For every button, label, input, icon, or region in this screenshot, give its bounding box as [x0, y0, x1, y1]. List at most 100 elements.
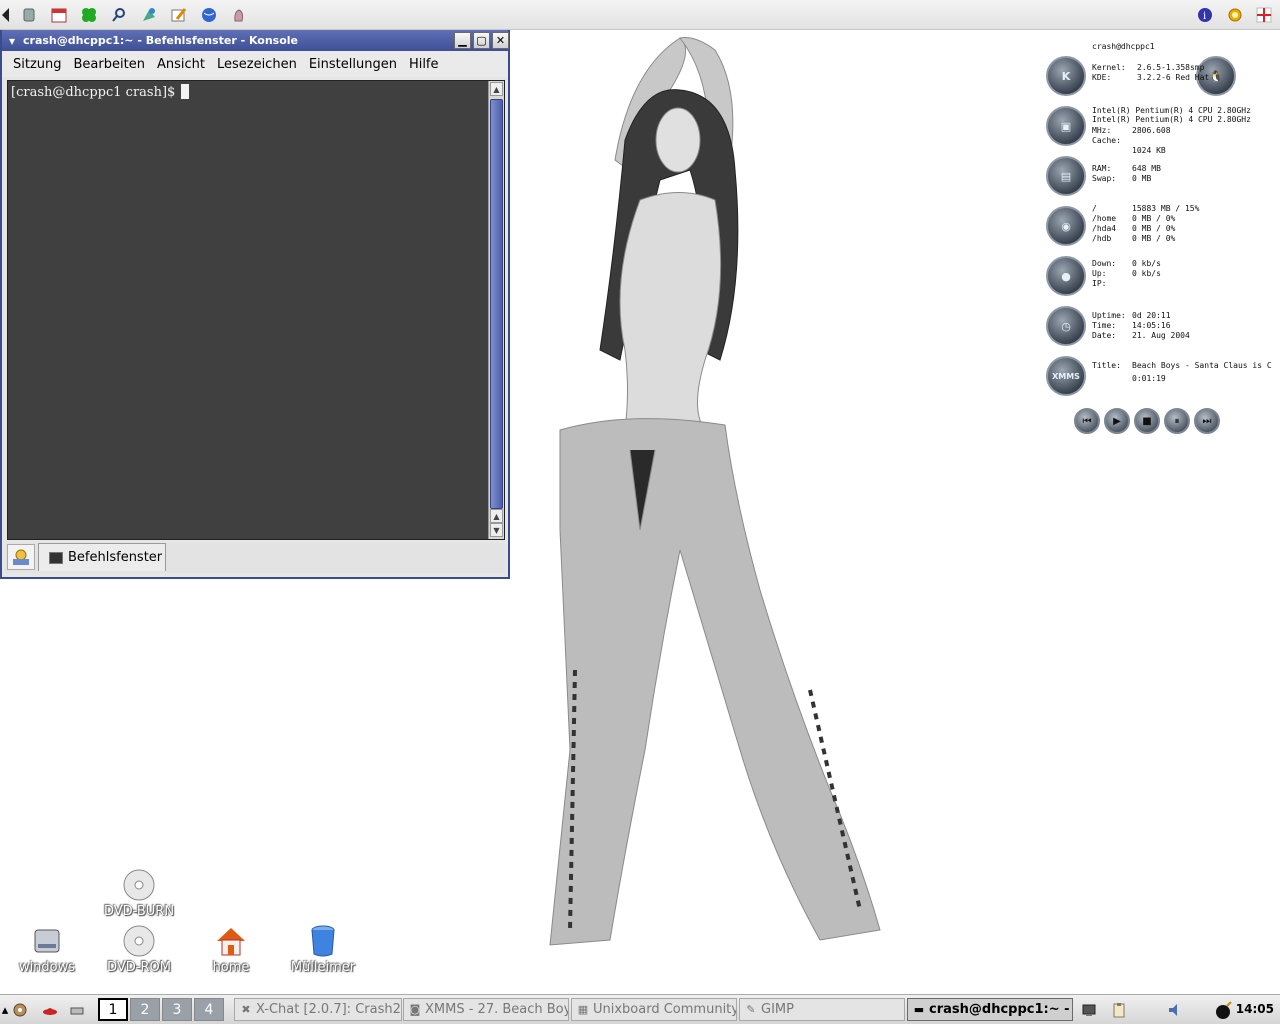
- uptime-value: 0d 20:11: [1132, 311, 1171, 320]
- terminal-area[interactable]: [crash@dhcppc1 crash]$ ▲ ▲ ▼: [7, 80, 505, 540]
- memory-chip-icon: ▤: [1046, 156, 1086, 196]
- xmms-icon: XMMS: [1046, 356, 1086, 396]
- time-value: 14:05:16: [1132, 321, 1171, 330]
- up-label: Up:: [1092, 269, 1107, 278]
- up-value: 0 kb/s: [1132, 269, 1161, 278]
- window-titlebar[interactable]: ▾ crash@dhcppc1:~ - Befehlsfenster - Kon…: [2, 30, 508, 51]
- desktop-number: 4: [204, 1001, 214, 1018]
- clover-icon[interactable]: [79, 5, 99, 25]
- swap-value: 0 MB: [1132, 174, 1152, 183]
- scroll-up-icon[interactable]: ▲: [490, 82, 503, 96]
- task-xmms[interactable]: ◙ XMMS - 27. Beach Boys: [403, 998, 569, 1021]
- desktop-number: 1: [108, 1001, 118, 1018]
- task-xchat[interactable]: ✖ X-Chat [2.0.7]: Crash2k: [234, 998, 402, 1021]
- clock-icon: ◷: [1046, 306, 1086, 346]
- network-globe-icon: ●: [1046, 256, 1086, 296]
- clipboard-icon[interactable]: [1110, 1001, 1128, 1019]
- desktop-icon-label: home: [212, 960, 250, 975]
- globe-icon[interactable]: [199, 5, 219, 25]
- menu-lesezeichen[interactable]: Lesezeichen: [217, 57, 297, 72]
- scrollbar-thumb[interactable]: [490, 99, 503, 509]
- panel-hide-icon[interactable]: ▴: [0, 1001, 10, 1019]
- down-value: 0 kb/s: [1132, 259, 1161, 268]
- fs-hdb-label: /hdb: [1092, 234, 1112, 243]
- panel-clock[interactable]: 14:05: [1236, 1002, 1274, 1016]
- task-label: Unixboard Community F: [593, 1002, 737, 1017]
- window-menu-icon[interactable]: ▾: [4, 33, 20, 49]
- date-value: 21. Aug 2004: [1132, 331, 1190, 340]
- task-gimp[interactable]: ✎ GIMP: [739, 998, 905, 1021]
- desktop-3-button[interactable]: 3: [162, 998, 192, 1021]
- down-label: Down:: [1092, 259, 1117, 268]
- desktop-1-button[interactable]: 1: [98, 998, 128, 1021]
- close-button[interactable]: ✕: [492, 32, 509, 49]
- pause-icon[interactable]: ⏸: [1164, 408, 1190, 434]
- desktop-icon-dvd-burn[interactable]: DVD-BURN: [94, 868, 184, 919]
- svg-text:i: i: [1203, 11, 1206, 22]
- desktop-icon-dvd-rom[interactable]: DVD-ROM: [94, 924, 184, 975]
- maximize-button[interactable]: ▢: [473, 32, 490, 49]
- scroll-down-icon[interactable]: ▼: [490, 523, 503, 537]
- xmms-badge: XMMS: [1052, 371, 1080, 381]
- play-icon[interactable]: ▶: [1104, 408, 1130, 434]
- redhat-icon[interactable]: [41, 1001, 59, 1019]
- menu-einstellungen[interactable]: Einstellungen: [309, 57, 397, 72]
- title-value: Beach Boys - Santa Claus is C: [1132, 361, 1272, 370]
- sun-icon[interactable]: [1225, 5, 1245, 25]
- konsole-window[interactable]: ▾ crash@dhcppc1:~ - Befehlsfenster - Kon…: [0, 30, 510, 579]
- search-icon[interactable]: [109, 5, 129, 25]
- task-browser[interactable]: ▦ Unixboard Community F: [571, 998, 737, 1021]
- task-label: GIMP: [761, 1002, 794, 1017]
- desktop-icon-windows[interactable]: windows: [2, 924, 92, 975]
- flag-icon[interactable]: [1254, 5, 1274, 25]
- desktop-2-button[interactable]: 2: [130, 998, 160, 1021]
- network-icon[interactable]: [19, 5, 39, 25]
- next-track-icon[interactable]: ⏭: [1194, 408, 1220, 434]
- desktop-4-button[interactable]: 4: [194, 998, 224, 1021]
- disc-icon: [122, 924, 156, 958]
- drive-icon[interactable]: [68, 1001, 86, 1019]
- xmms-task-icon: ◙: [409, 1003, 421, 1016]
- desktop-icon-trash[interactable]: Mülleimer: [278, 924, 368, 975]
- text-cursor: [181, 84, 190, 99]
- menu-bearbeiten[interactable]: Bearbeiten: [74, 57, 145, 72]
- terminal-icon: [49, 551, 63, 564]
- tab-befehlsfenster[interactable]: Befehlsfenster: [38, 543, 166, 571]
- terminal-prompt: [crash@dhcppc1 crash]$: [11, 84, 190, 100]
- menu-ansicht[interactable]: Ansicht: [157, 57, 205, 72]
- new-session-button[interactable]: [7, 544, 35, 570]
- cache-label: Cache:: [1092, 136, 1121, 145]
- gimp-icon: ✎: [746, 1003, 756, 1016]
- mhz-value: 2806.608: [1132, 126, 1171, 135]
- desktop-icon-home[interactable]: home: [186, 924, 276, 975]
- menu-sitzung[interactable]: Sitzung: [13, 57, 62, 72]
- cpu-icon: ▣: [1046, 106, 1086, 146]
- calendar-icon[interactable]: [49, 5, 69, 25]
- info-icon[interactable]: i: [1195, 5, 1215, 25]
- task-konsole[interactable]: ▬ crash@dhcppc1:~ - Be: [907, 998, 1073, 1021]
- task-label: X-Chat [2.0.7]: Crash2k: [256, 1002, 402, 1017]
- volume-icon[interactable]: [1166, 1001, 1184, 1019]
- task-label: XMMS - 27. Beach Boys: [425, 1002, 569, 1017]
- menu-hilfe[interactable]: Hilfe: [409, 57, 439, 72]
- uptime-label: Uptime:: [1092, 311, 1126, 320]
- disc-icon: [122, 868, 156, 902]
- terminal-scrollbar[interactable]: ▲ ▲ ▼: [488, 81, 504, 539]
- swap-label: Swap:: [1092, 174, 1117, 183]
- desktop-icon-label: windows: [18, 960, 76, 975]
- monitor-tray-icon[interactable]: [1080, 1001, 1098, 1019]
- scroll-down-icon[interactable]: ▲: [490, 509, 503, 523]
- system-monitor-widget: crash@dhcppc1 K 🐧 Kernel: 2.6.5-1.358smp…: [1040, 36, 1280, 446]
- mouse-icon[interactable]: [229, 5, 249, 25]
- minimize-button[interactable]: ▁: [454, 32, 471, 49]
- disk-icon: ◉: [1046, 206, 1086, 246]
- edit-icon[interactable]: [169, 5, 189, 25]
- bomb-icon[interactable]: [1213, 1001, 1235, 1019]
- paint-icon[interactable]: [139, 5, 159, 25]
- stop-icon[interactable]: ■: [1134, 408, 1160, 434]
- desktop-icon-label: DVD-ROM: [107, 960, 171, 975]
- kmenu-icon[interactable]: [11, 1001, 29, 1019]
- previous-track-icon[interactable]: ⏮: [1074, 408, 1100, 434]
- title-label: Title:: [1092, 361, 1121, 370]
- arrow-left-icon[interactable]: [2, 8, 9, 22]
